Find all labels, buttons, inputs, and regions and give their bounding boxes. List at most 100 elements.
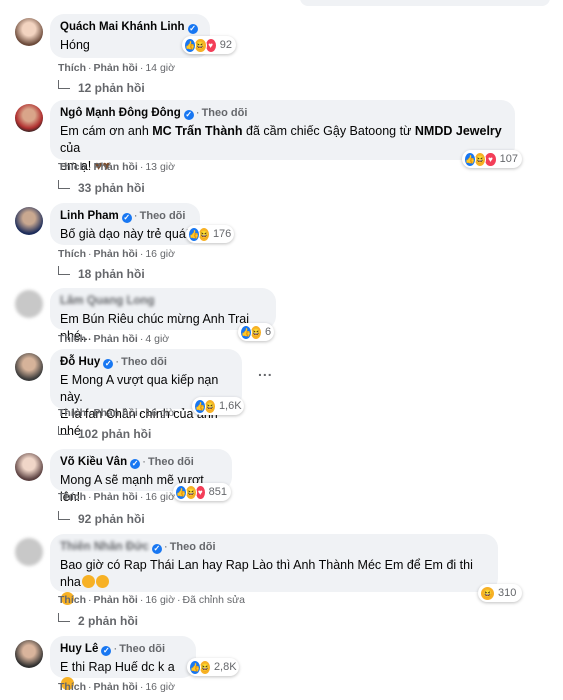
like-link[interactable]: Thích — [58, 333, 86, 345]
follow-button[interactable]: Theo dõi — [140, 210, 186, 222]
replies-count: 33 phản hồi — [78, 181, 145, 195]
comment-actions: Thích · Phản hồi · 16 giờ — [58, 491, 175, 503]
reaction-count: 2,8K — [213, 661, 237, 673]
timestamp[interactable]: 14 giờ — [145, 62, 175, 74]
avatar[interactable] — [15, 104, 43, 132]
author-name[interactable]: Ngô Mạnh Đông Đông — [60, 107, 181, 119]
follow-button[interactable]: Theo dõi — [121, 356, 167, 368]
love-reaction-icon: ♥ — [484, 151, 497, 167]
separator: · — [139, 681, 144, 693]
comment-actions: Thích · Phản hồi · 13 giờ — [58, 161, 175, 173]
separator: · — [139, 491, 144, 503]
avatar[interactable] — [15, 207, 43, 235]
reply-arrow-icon — [58, 613, 70, 622]
view-replies-link[interactable]: 18 phản hồi — [58, 266, 145, 281]
comment-bubble: Huy Lê ✓ · Theo dõi E thi Rap Huế dc k a — [50, 636, 196, 690]
replies-count: 12 phản hồi — [78, 81, 145, 95]
author-name[interactable]: Đỗ Huy — [60, 356, 100, 368]
like-link[interactable]: Thích — [58, 248, 86, 260]
comment-actions: Thích · Phản hồi · 4 giờ — [58, 333, 169, 345]
reply-link[interactable]: Phản hồi — [94, 161, 138, 173]
view-replies-link[interactable]: 92 phản hồi — [58, 511, 145, 526]
timestamp[interactable]: 16 giờ — [145, 491, 175, 503]
view-replies-link[interactable]: 12 phản hồi — [58, 80, 145, 95]
reaction-summary[interactable]: 👍 😆 176 — [186, 225, 234, 243]
separator: · — [133, 210, 138, 222]
follow-button[interactable]: Theo dõi — [119, 643, 165, 655]
replies-count: 92 phản hồi — [78, 512, 145, 526]
separator: · — [88, 681, 92, 693]
like-link[interactable]: Thích — [58, 62, 86, 74]
reply-link[interactable]: Phản hồi — [94, 407, 138, 419]
author-name[interactable]: Linh Pham — [60, 210, 119, 222]
author-name[interactable]: Thiên Nhân Đức — [60, 541, 149, 553]
laughing-emoji-icon — [81, 575, 95, 588]
author-name[interactable]: Lâm Quang Long — [60, 295, 155, 307]
separator: · — [115, 356, 120, 368]
timestamp[interactable]: 16 giờ — [145, 407, 175, 419]
timestamp[interactable]: 4 giờ — [145, 333, 169, 345]
avatar[interactable] — [15, 290, 43, 318]
separator: · — [88, 62, 92, 74]
separator: · — [139, 161, 144, 173]
verified-icon: ✓ — [183, 110, 194, 120]
separator: · — [88, 161, 92, 173]
like-reaction-icon: 👍 — [194, 398, 206, 414]
author-name[interactable]: Quách Mai Khánh Linh — [60, 21, 185, 33]
view-replies-link[interactable]: 33 phản hồi — [58, 180, 145, 195]
comment-text: Bố già dạo này trẻ quá! — [60, 227, 190, 241]
follow-button[interactable]: Theo dõi — [148, 456, 194, 468]
like-link[interactable]: Thích — [58, 407, 86, 419]
comment-actions: Thích · Phản hồi · 16 giờ — [58, 681, 175, 693]
reply-link[interactable]: Phản hồi — [94, 62, 138, 74]
replies-count: 18 phản hồi — [78, 267, 145, 281]
like-link[interactable]: Thích — [58, 681, 86, 693]
timestamp[interactable]: 16 giờ — [145, 594, 175, 606]
view-replies-link[interactable]: 2 phản hồi — [58, 613, 138, 628]
reply-link[interactable]: Phản hồi — [94, 681, 138, 693]
reply-link[interactable]: Phản hồi — [94, 333, 138, 345]
like-link[interactable]: Thích — [58, 161, 86, 173]
author-name[interactable]: Võ Kiều Vân — [60, 456, 127, 468]
comment-text: Hóng — [60, 38, 90, 52]
avatar[interactable] — [15, 18, 43, 46]
reaction-summary[interactable]: 👍 😆 ♥ 107 — [462, 150, 522, 168]
reaction-count: 310 — [498, 587, 517, 599]
verified-icon: ✓ — [151, 544, 162, 554]
mention-link[interactable]: NMDD Jewelry — [415, 124, 502, 138]
like-reaction-icon: 👍 — [184, 37, 197, 53]
timestamp[interactable]: 16 giờ — [145, 248, 175, 260]
view-replies-link[interactable]: 102 phản hồi — [58, 426, 151, 441]
like-link[interactable]: Thích — [58, 491, 86, 503]
reaction-count: 92 — [219, 39, 232, 51]
reaction-summary[interactable]: 👍 😆 ♥ 851 — [173, 483, 231, 501]
follow-button[interactable]: Theo dõi — [202, 107, 248, 119]
reply-link[interactable]: Phản hồi — [94, 491, 138, 503]
comment-bubble: Ngô Mạnh Đông Đông ✓ · Theo dõi Em cám ơn a… — [50, 100, 515, 173]
separator: · — [139, 333, 144, 345]
follow-button[interactable]: Theo dõi — [170, 541, 216, 553]
reply-link[interactable]: Phản hồi — [94, 594, 138, 606]
timestamp[interactable]: 13 giờ — [145, 161, 175, 173]
edited-label[interactable]: Đã chỉnh sửa — [183, 594, 245, 606]
reaction-summary[interactable]: 👍 😆 6 — [238, 323, 274, 341]
separator: · — [88, 407, 92, 419]
reaction-summary[interactable]: 👍 😆 2,8K — [187, 658, 239, 676]
timestamp[interactable]: 16 giờ — [145, 681, 175, 693]
author-name[interactable]: Huy Lê — [60, 643, 98, 655]
reply-link[interactable]: Phản hồi — [94, 248, 138, 260]
reaction-summary[interactable]: 👍 😆 ♥ 92 — [182, 36, 236, 54]
avatar[interactable] — [15, 453, 43, 481]
avatar[interactable] — [15, 538, 43, 566]
reaction-summary[interactable]: 👍 😆 1,6K — [192, 397, 244, 415]
more-options-button[interactable]: ... — [258, 363, 273, 379]
avatar[interactable] — [15, 353, 43, 381]
reply-arrow-icon — [58, 180, 70, 189]
separator: · — [163, 541, 168, 553]
reaction-count: 176 — [212, 228, 232, 240]
reaction-summary[interactable]: 😆 310 — [478, 584, 522, 602]
avatar[interactable] — [15, 640, 43, 668]
mention-link[interactable]: MC Trấn Thành — [152, 124, 242, 138]
separator: · — [142, 456, 146, 468]
like-link[interactable]: Thích — [58, 594, 86, 606]
